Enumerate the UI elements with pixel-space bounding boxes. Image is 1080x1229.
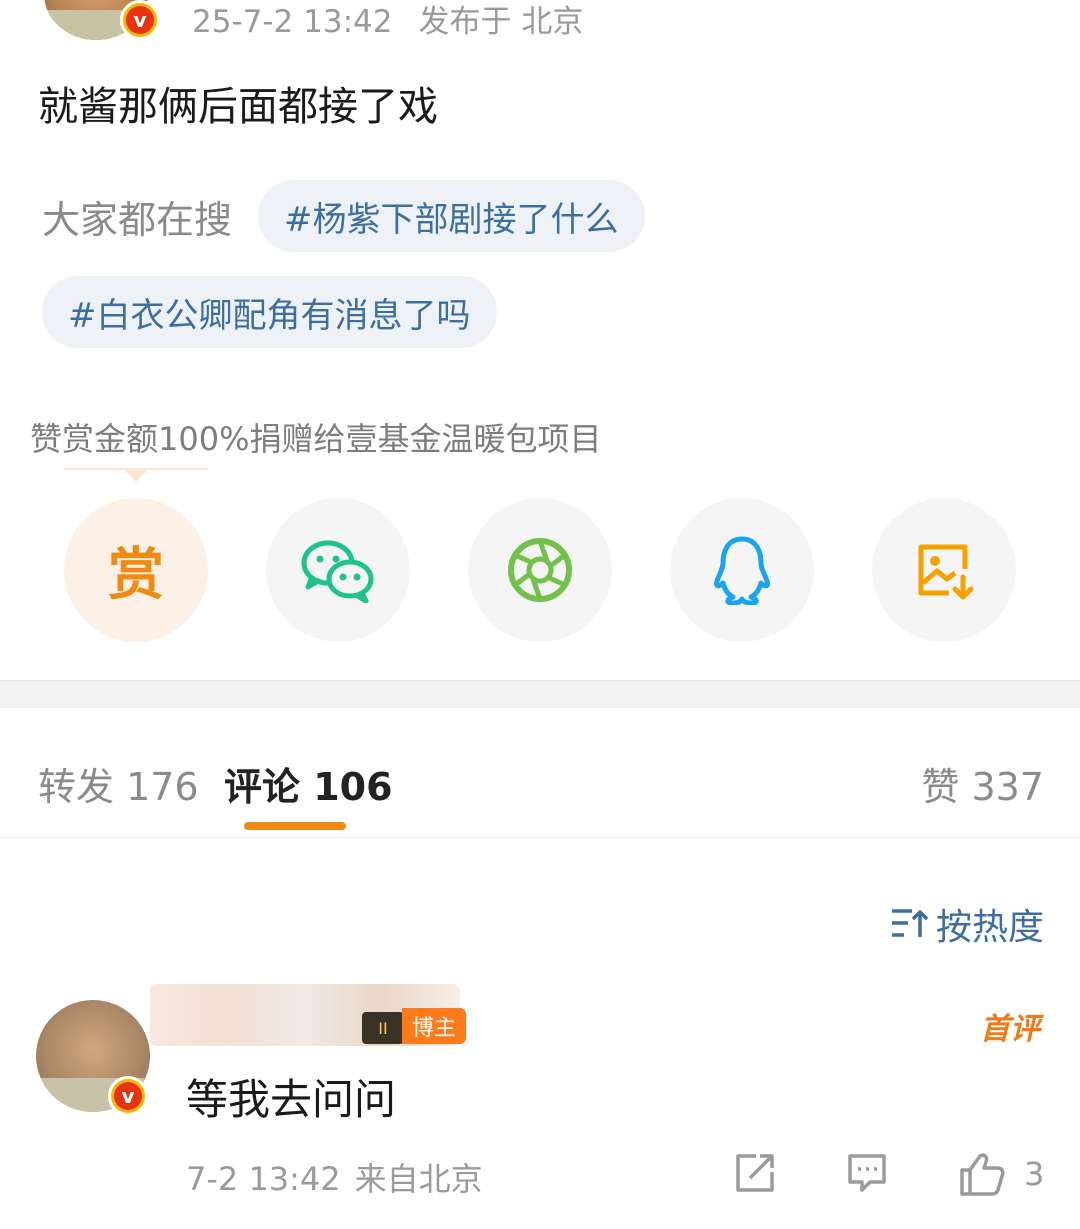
commenter-verified-badge-icon: v [108, 1076, 148, 1116]
tab-comment[interactable]: 评论 106 [224, 756, 393, 811]
comment-reply-button[interactable] [846, 1152, 888, 1194]
post-timestamp: 25-7-2 13:42 [192, 4, 393, 40]
comment-icon [848, 1154, 886, 1192]
comment-text: 等我去问问 [186, 1075, 397, 1124]
sort-label: 按热度 [935, 907, 1044, 948]
reward-tip-pointer [64, 468, 208, 482]
tab-like[interactable]: 赞 337 [921, 756, 1044, 811]
share-row: 赏 [64, 498, 1016, 642]
verified-badge-icon: v [120, 0, 160, 40]
comment-repost-button[interactable] [734, 1152, 776, 1194]
like-count: 3 [1024, 1155, 1045, 1193]
share-moments-button[interactable] [468, 498, 612, 642]
tab-repost[interactable]: 转发 176 [38, 756, 199, 811]
active-tab-indicator [244, 822, 346, 830]
interaction-tabs: 转发 176 评论 106 赞 337 [0, 708, 1080, 838]
reward-button[interactable]: 赏 [64, 498, 208, 642]
comment-like-button[interactable]: 3 [958, 1152, 1044, 1196]
thumbs-up-icon [960, 1153, 1005, 1196]
reward-note: 赞赏金额100%捐赠给壹基金温暖包项目 [30, 420, 602, 458]
search-chip-1[interactable]: #杨紫下部剧接了什么 [258, 180, 645, 252]
sort-by-hot-button[interactable]: 按热度 [890, 898, 1044, 950]
qq-icon [714, 536, 770, 605]
reward-icon: 赏 [108, 542, 164, 608]
sort-icon [891, 909, 929, 937]
blogger-badge: 博主 [402, 1008, 467, 1044]
post-location: 发布于 北京 [418, 4, 584, 40]
save-image-icon [918, 544, 974, 600]
share-wechat-button[interactable] [266, 498, 410, 642]
post-text: 就酱那俩后面都接了戏 [38, 84, 438, 130]
comment-actions: 3 [0, 1152, 1080, 1196]
trending-search-label: 大家都在搜 [42, 197, 233, 242]
save-image-button[interactable] [872, 498, 1016, 642]
wechat-icon [301, 540, 374, 603]
first-comment-tag: 首评 [980, 1012, 1040, 1047]
share-qq-button[interactable] [670, 498, 814, 642]
fan-rank-icon: II [362, 1012, 404, 1044]
trending-search-row: 大家都在搜 #杨紫下部剧接了什么 [42, 180, 645, 252]
search-chip-2[interactable]: #白衣公卿配角有消息了吗 [42, 276, 497, 348]
repost-icon [736, 1154, 774, 1192]
section-divider [0, 680, 1080, 708]
moments-icon [508, 538, 572, 602]
post-meta: 25-7-2 13:42 发布于 北京 [192, 0, 583, 41]
